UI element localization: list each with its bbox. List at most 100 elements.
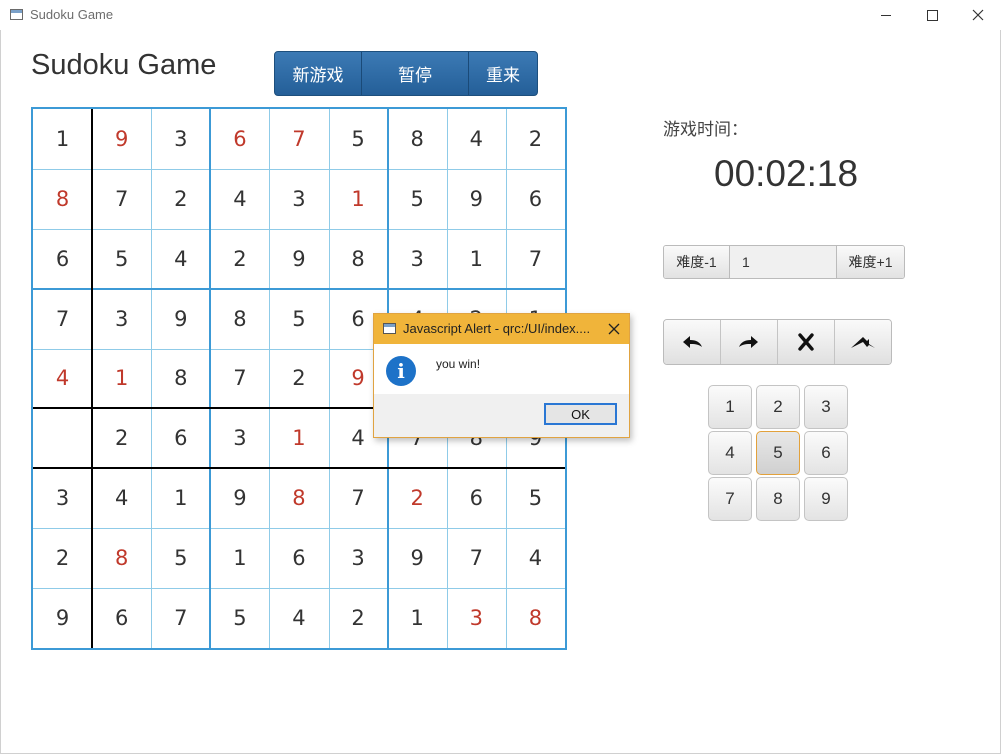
clear-icon [798,333,814,351]
board-cell[interactable]: 7 [210,349,269,409]
board-cell[interactable]: 7 [269,109,328,169]
board-cell[interactable]: 4 [269,588,328,648]
new-game-button[interactable]: 新游戏 [275,52,362,95]
board-cell[interactable]: 4 [92,468,151,528]
board-cell[interactable]: 4 [506,528,565,588]
hint-button[interactable] [835,320,891,364]
number-key[interactable]: 3 [804,385,848,429]
board-cell[interactable]: 2 [329,588,388,648]
board-cell[interactable]: 9 [92,109,151,169]
board-cell[interactable]: 4 [210,169,269,229]
board-cell[interactable]: 9 [33,588,92,648]
board-cell[interactable]: 8 [151,349,210,409]
board-cell[interactable]: 1 [92,349,151,409]
maximize-button[interactable] [909,0,955,30]
board-cell[interactable]: 6 [33,229,92,289]
number-key[interactable]: 9 [804,477,848,521]
board-cell[interactable]: 3 [33,468,92,528]
board-cell[interactable]: 3 [329,528,388,588]
board-cell[interactable]: 8 [388,109,447,169]
board-cell[interactable]: 3 [388,229,447,289]
board-cell[interactable]: 4 [151,229,210,289]
board-cell[interactable]: 5 [92,229,151,289]
board-cell[interactable]: 1 [329,169,388,229]
board-cell[interactable]: 8 [33,169,92,229]
board-cell[interactable]: 5 [506,468,565,528]
board-cell[interactable]: 4 [33,349,92,409]
board-cell[interactable]: 7 [92,169,151,229]
board-cell[interactable]: 8 [92,528,151,588]
board-cell[interactable]: 7 [506,229,565,289]
alert-dialog: Javascript Alert - qrc:/UI/index.... i y… [373,313,630,438]
board-cell[interactable]: 1 [210,528,269,588]
board-cell[interactable]: 7 [329,468,388,528]
board-cell[interactable]: 1 [151,468,210,528]
board-cell[interactable]: 3 [447,588,506,648]
number-key[interactable]: 8 [756,477,800,521]
board-cell[interactable]: 8 [210,289,269,349]
board-cell[interactable]: 6 [447,468,506,528]
board-cell[interactable]: 2 [210,229,269,289]
board-cell[interactable]: 4 [447,109,506,169]
board-cell[interactable]: 5 [329,109,388,169]
board-cell[interactable]: 9 [269,229,328,289]
board-cell[interactable]: 7 [33,289,92,349]
board-cell[interactable]: 6 [506,169,565,229]
board-cell[interactable]: 6 [269,528,328,588]
board-cell[interactable]: 2 [33,528,92,588]
board-cell[interactable]: 9 [388,528,447,588]
board-cell[interactable] [33,408,92,468]
board-cell[interactable]: 5 [269,289,328,349]
minimize-button[interactable] [863,0,909,30]
board-cell[interactable]: 1 [388,588,447,648]
board-cell[interactable]: 7 [151,588,210,648]
number-key[interactable]: 1 [708,385,752,429]
board-cell[interactable]: 8 [506,588,565,648]
board-cell[interactable]: 2 [92,408,151,468]
number-key[interactable]: 2 [756,385,800,429]
maximize-icon [926,9,938,21]
board-cell[interactable]: 6 [92,588,151,648]
restart-button[interactable]: 重来 [469,52,537,95]
ok-button[interactable]: OK [544,403,617,425]
alert-close-icon[interactable] [607,322,621,336]
undo-button[interactable] [664,320,721,364]
close-button[interactable] [955,0,1001,30]
difficulty-increase-button[interactable]: 难度+1 [836,246,904,278]
board-cell[interactable]: 3 [151,109,210,169]
board-cell[interactable]: 2 [388,468,447,528]
clear-button[interactable] [778,320,835,364]
number-key[interactable]: 4 [708,431,752,475]
board-cell[interactable]: 2 [151,169,210,229]
board-cell[interactable]: 8 [269,468,328,528]
number-key[interactable]: 6 [804,431,848,475]
board-cell[interactable]: 1 [447,229,506,289]
app-icon [10,9,23,20]
pause-button[interactable]: 暂停 [362,52,469,95]
board-cell[interactable]: 6 [210,109,269,169]
grid-line [269,109,271,648]
board-cell[interactable]: 3 [92,289,151,349]
board-cell[interactable]: 2 [506,109,565,169]
info-icon: i [386,356,416,386]
board-cell[interactable]: 3 [210,408,269,468]
board-cell[interactable]: 3 [269,169,328,229]
grid-line [328,109,330,648]
board-cell[interactable]: 9 [151,289,210,349]
board-cell[interactable]: 5 [151,528,210,588]
redo-button[interactable] [721,320,778,364]
board-cell[interactable]: 9 [210,468,269,528]
board-cell[interactable]: 1 [33,109,92,169]
board-cell[interactable]: 5 [210,588,269,648]
number-key[interactable]: 7 [708,477,752,521]
number-key[interactable]: 5 [756,431,800,475]
timer-label: 游戏时间： [663,120,748,140]
board-cell[interactable]: 6 [151,408,210,468]
board-cell[interactable]: 5 [388,169,447,229]
board-cell[interactable]: 2 [269,349,328,409]
board-cell[interactable]: 9 [447,169,506,229]
board-cell[interactable]: 1 [269,408,328,468]
board-cell[interactable]: 8 [329,229,388,289]
difficulty-decrease-button[interactable]: 难度-1 [664,246,730,278]
board-cell[interactable]: 7 [447,528,506,588]
